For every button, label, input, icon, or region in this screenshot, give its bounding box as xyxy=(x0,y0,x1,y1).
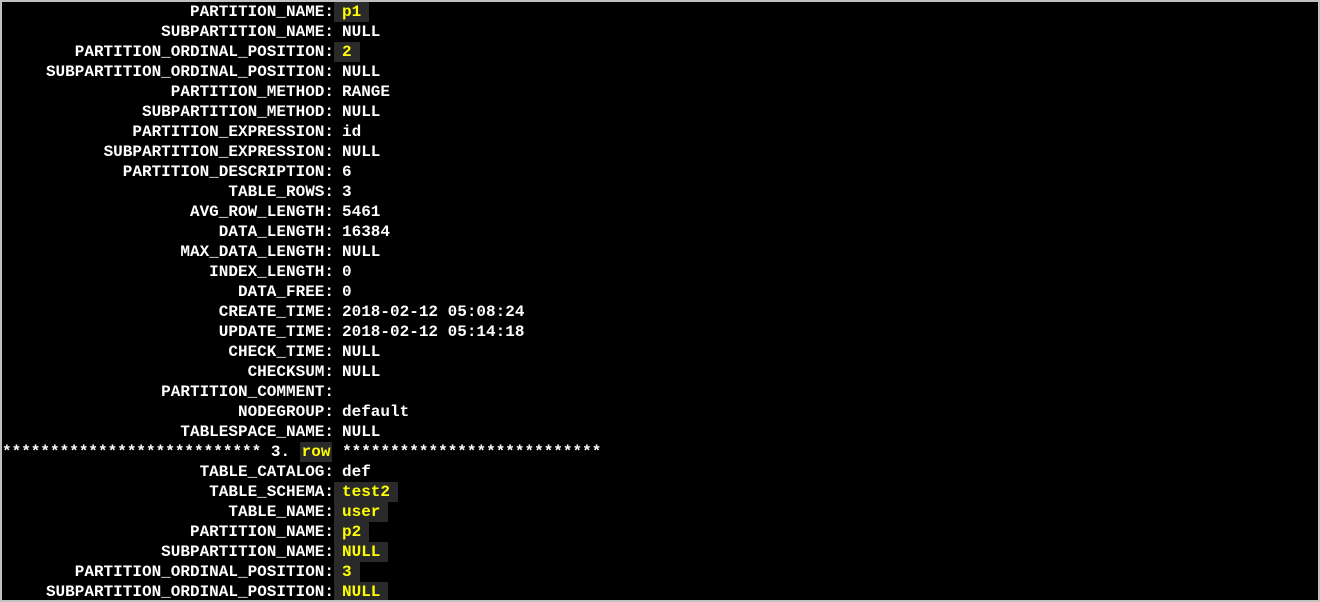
output-row: SUBPARTITION_ORDINAL_POSITION:NULL xyxy=(2,582,1318,600)
field-value: 2018-02-12 05:14:18 xyxy=(334,322,524,342)
field-value: p2 xyxy=(334,522,369,542)
field-label: UPDATE_TIME: xyxy=(2,322,334,342)
field-value: test2 xyxy=(334,482,398,502)
field-label: MAX_DATA_LENGTH: xyxy=(2,242,334,262)
output-row: INDEX_LENGTH:0 xyxy=(2,262,1318,282)
output-row: SUBPARTITION_METHOD:NULL xyxy=(2,102,1318,122)
field-label: TABLE_NAME: xyxy=(2,502,334,522)
output-row: PARTITION_COMMENT: xyxy=(2,382,1318,402)
output-row: SUBPARTITION_ORDINAL_POSITION:NULL xyxy=(2,62,1318,82)
field-value: NULL xyxy=(334,62,380,82)
output-row: TABLE_SCHEMA:test2 xyxy=(2,482,1318,502)
output-row: DATA_FREE:0 xyxy=(2,282,1318,302)
output-row: PARTITION_METHOD:RANGE xyxy=(2,82,1318,102)
field-label: PARTITION_DESCRIPTION: xyxy=(2,162,334,182)
field-value: default xyxy=(334,402,409,422)
field-value: p1 xyxy=(334,2,369,22)
field-value: NULL xyxy=(334,142,380,162)
field-label: DATA_FREE: xyxy=(2,282,334,302)
output-row: MAX_DATA_LENGTH:NULL xyxy=(2,242,1318,262)
separator-text: *************************** 3. xyxy=(2,442,300,462)
field-value: def xyxy=(334,462,371,482)
field-value: id xyxy=(334,122,361,142)
output-row: SUBPARTITION_NAME:NULL xyxy=(2,22,1318,42)
field-label: SUBPARTITION_METHOD: xyxy=(2,102,334,122)
field-label: SUBPARTITION_ORDINAL_POSITION: xyxy=(2,582,334,600)
field-label: SUBPARTITION_EXPRESSION: xyxy=(2,142,334,162)
field-label: PARTITION_METHOD: xyxy=(2,82,334,102)
output-row: TABLE_ROWS:3 xyxy=(2,182,1318,202)
field-label: SUBPARTITION_NAME: xyxy=(2,542,334,562)
output-row: UPDATE_TIME:2018-02-12 05:14:18 xyxy=(2,322,1318,342)
field-value: 2018-02-12 05:08:24 xyxy=(334,302,524,322)
field-label: PARTITION_ORDINAL_POSITION: xyxy=(2,42,334,62)
field-value: user xyxy=(334,502,388,522)
output-row: PARTITION_NAME:p2 xyxy=(2,522,1318,542)
field-label: CHECK_TIME: xyxy=(2,342,334,362)
field-value: NULL xyxy=(334,542,388,562)
output-row: TABLE_CATALOG:def xyxy=(2,462,1318,482)
field-label: AVG_ROW_LENGTH: xyxy=(2,202,334,222)
field-value: RANGE xyxy=(334,82,390,102)
field-value: NULL xyxy=(334,342,380,362)
field-label: PARTITION_ORDINAL_POSITION: xyxy=(2,562,334,582)
field-value: 6 xyxy=(334,162,352,182)
output-row: AVG_ROW_LENGTH:5461 xyxy=(2,202,1318,222)
field-value: 0 xyxy=(334,282,352,302)
output-row: CHECK_TIME:NULL xyxy=(2,342,1318,362)
field-value: 16384 xyxy=(334,222,390,242)
field-value: NULL xyxy=(334,242,380,262)
field-label: PARTITION_NAME: xyxy=(2,2,334,22)
field-label: SUBPARTITION_NAME: xyxy=(2,22,334,42)
field-label: PARTITION_COMMENT: xyxy=(2,382,334,402)
separator-row-word: row xyxy=(300,442,333,462)
field-label: TABLE_SCHEMA: xyxy=(2,482,334,502)
field-label: PARTITION_EXPRESSION: xyxy=(2,122,334,142)
field-value xyxy=(334,382,342,402)
output-row: DATA_LENGTH:16384 xyxy=(2,222,1318,242)
output-row: CREATE_TIME:2018-02-12 05:08:24 xyxy=(2,302,1318,322)
field-label: TABLE_CATALOG: xyxy=(2,462,334,482)
field-label: DATA_LENGTH: xyxy=(2,222,334,242)
field-value: NULL xyxy=(334,22,380,42)
output-row: TABLE_NAME:user xyxy=(2,502,1318,522)
field-label: PARTITION_NAME: xyxy=(2,522,334,542)
output-row: CHECKSUM:NULL xyxy=(2,362,1318,382)
field-value: NULL xyxy=(334,582,388,600)
terminal-output: PARTITION_NAME:p1SUBPARTITION_NAME:NULLP… xyxy=(2,2,1318,600)
field-label: TABLESPACE_NAME: xyxy=(2,422,334,442)
row-separator: *************************** 3. row *****… xyxy=(2,442,1318,462)
field-value: NULL xyxy=(334,422,380,442)
field-label: NODEGROUP: xyxy=(2,402,334,422)
field-value: 3 xyxy=(334,182,352,202)
output-row: SUBPARTITION_EXPRESSION:NULL xyxy=(2,142,1318,162)
field-value: 0 xyxy=(334,262,352,282)
field-label: INDEX_LENGTH: xyxy=(2,262,334,282)
separator-text-right: *************************** xyxy=(332,442,601,462)
field-value: NULL xyxy=(334,102,380,122)
field-label: CREATE_TIME: xyxy=(2,302,334,322)
output-row: SUBPARTITION_NAME:NULL xyxy=(2,542,1318,562)
field-value: 5461 xyxy=(334,202,380,222)
field-value: NULL xyxy=(334,362,380,382)
output-row: NODEGROUP:default xyxy=(2,402,1318,422)
field-label: SUBPARTITION_ORDINAL_POSITION: xyxy=(2,62,334,82)
output-row: PARTITION_EXPRESSION:id xyxy=(2,122,1318,142)
field-value: 3 xyxy=(334,562,360,582)
field-label: TABLE_ROWS: xyxy=(2,182,334,202)
output-row: PARTITION_ORDINAL_POSITION:2 xyxy=(2,42,1318,62)
output-row: PARTITION_DESCRIPTION:6 xyxy=(2,162,1318,182)
output-row: TABLESPACE_NAME:NULL xyxy=(2,422,1318,442)
output-row: PARTITION_NAME:p1 xyxy=(2,2,1318,22)
output-row: PARTITION_ORDINAL_POSITION:3 xyxy=(2,562,1318,582)
field-value: 2 xyxy=(334,42,360,62)
field-label: CHECKSUM: xyxy=(2,362,334,382)
